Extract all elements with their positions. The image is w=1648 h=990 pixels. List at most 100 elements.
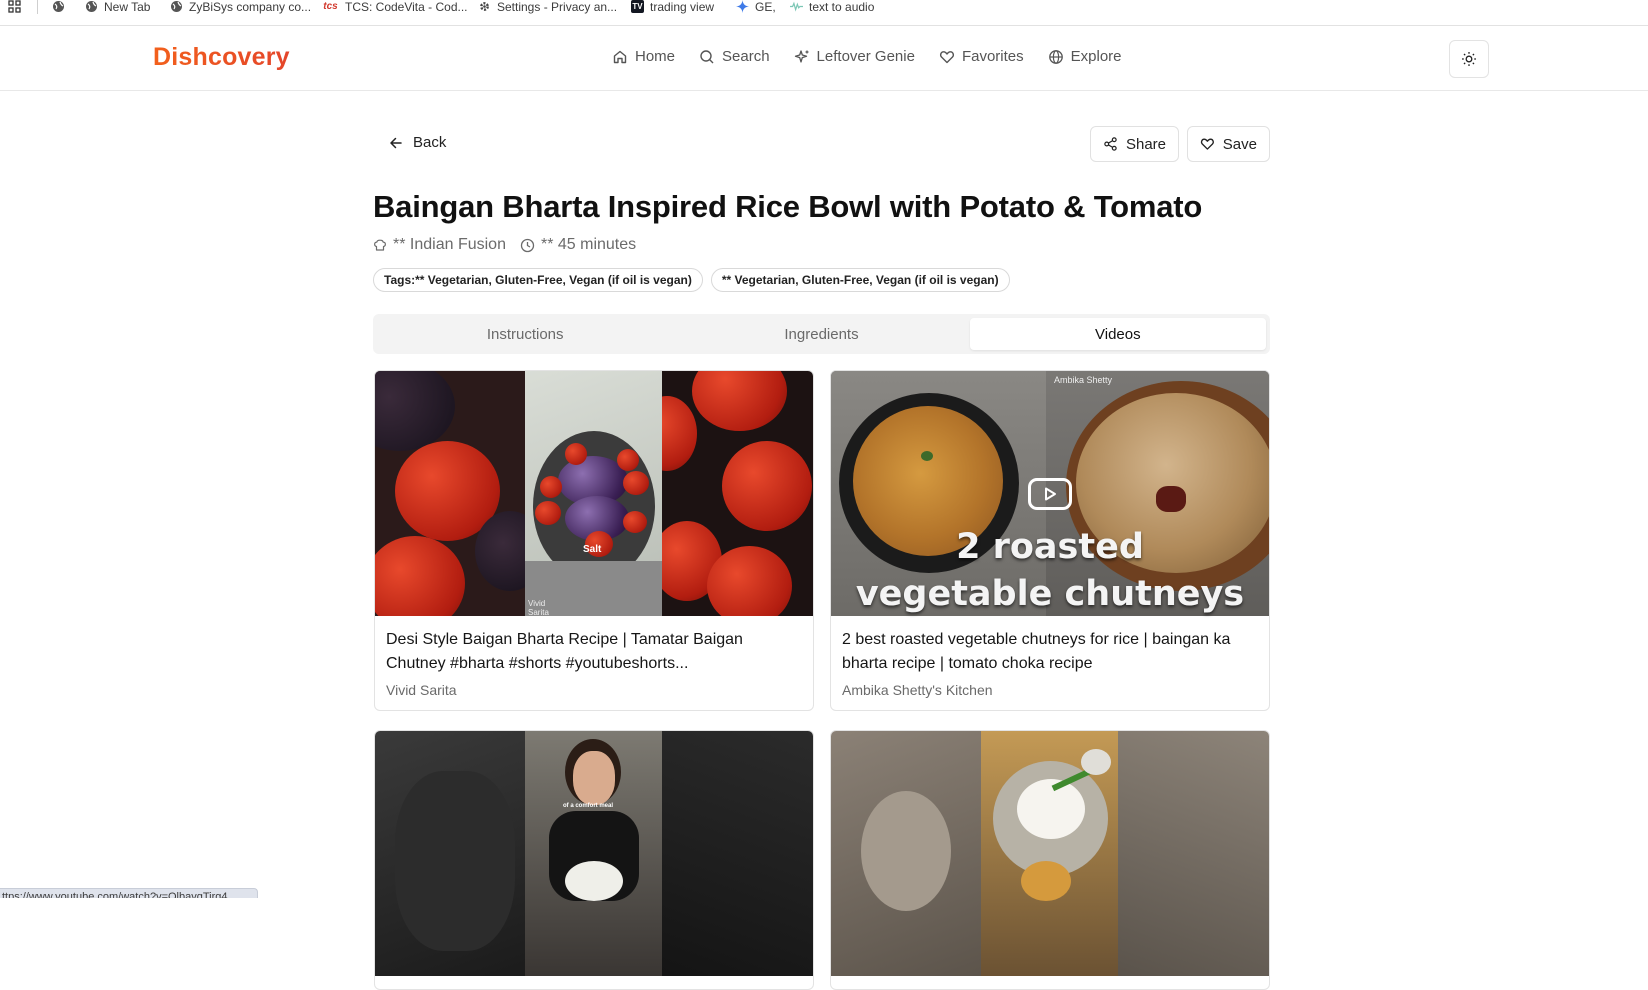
video-thumbnail[interactable]: of a comfort meal [375, 731, 813, 976]
nav-search-label: Search [722, 48, 770, 65]
nav-home[interactable]: Home [612, 48, 675, 65]
save-label: Save [1222, 135, 1257, 153]
bookmark-label: New Tab [104, 0, 151, 14]
bookmark-settings[interactable]: Settings - Privacy an... [478, 0, 618, 14]
cuisine-text: ** Indian Fusion [393, 236, 506, 253]
nav-favorites[interactable]: Favorites [939, 48, 1024, 65]
back-label: Back [413, 134, 447, 151]
share-button[interactable]: Share [1090, 126, 1179, 162]
video-thumbnail[interactable]: Salt Vivid Sarita [375, 371, 813, 616]
apps-grid-icon[interactable] [8, 0, 21, 13]
clock-icon [520, 238, 535, 252]
play-icon[interactable] [1028, 478, 1072, 510]
nav-home-label: Home [635, 48, 676, 65]
bookmark-tcs-codevita[interactable]: tcs TCS: CodeVita - Cod... [322, 0, 468, 14]
globe-icon [170, 0, 183, 13]
video-channel: Vivid Sarita [386, 682, 457, 698]
tag-list: Tags:** Vegetarian, Gluten-Free, Vegan (… [373, 268, 1010, 292]
thumb-panel [831, 731, 981, 976]
video-thumbnail[interactable] [831, 731, 1269, 976]
overlay-credit: Ambika Shetty [1054, 375, 1113, 385]
sun-icon [1462, 52, 1476, 66]
bookmark-label: text to audio [809, 0, 875, 14]
main-nav: Home Search Leftover Genie Favorites Exp… [612, 48, 1122, 65]
bookmark-label: TCS: CodeVita - Cod... [345, 0, 468, 14]
tag-badge: Tags:** Vegetarian, Gluten-Free, Vegan (… [373, 268, 703, 292]
thumb-panel [375, 371, 525, 616]
video-title[interactable]: Desi Style Baigan Bharta Recipe | Tamata… [386, 628, 801, 676]
link-status-bar: ttps://www.youtube.com/watch?v=OlbavgTir… [0, 888, 258, 898]
recipe-meta: ** Indian Fusion ** 45 minutes [373, 236, 636, 254]
video-card[interactable]: Ambika Shetty 2 roasted vegetable chutne… [830, 370, 1270, 711]
search-icon [700, 49, 714, 63]
time-meta: ** 45 minutes [520, 236, 636, 254]
nav-leftover-label: Leftover Genie [816, 48, 915, 65]
recipe-title: Baingan Bharta Inspired Rice Bowl with P… [373, 189, 1203, 224]
bookmark-text-to-audio[interactable]: text to audio [790, 0, 875, 14]
tab-ingredients[interactable]: Ingredients [673, 318, 969, 350]
video-card[interactable]: of a comfort meal [374, 730, 814, 990]
chef-hat-icon [374, 239, 386, 251]
bookmark-label: trading view [650, 0, 715, 14]
audio-wave-icon [790, 0, 803, 13]
bookmark-gemini[interactable]: GE, [736, 0, 776, 14]
tab-videos[interactable]: Videos [969, 318, 1266, 350]
bookmark-globe[interactable] [52, 0, 65, 13]
overlay-caption: of a comfort meal [563, 803, 614, 809]
heart-icon [939, 50, 954, 63]
gemini-sparkle-icon [736, 0, 749, 13]
video-channel: Ambika Shetty's Kitchen [842, 682, 993, 698]
video-info: 2 best roasted vegetable chutneys for ri… [831, 616, 1269, 710]
thumb-panel: of a comfort meal [525, 731, 662, 976]
theme-toggle-button[interactable] [1449, 40, 1489, 78]
tradingview-logo-icon: TV [631, 0, 644, 13]
recipe-tabs: Instructions Ingredients Videos [373, 314, 1270, 354]
overlay-heading: vegetable chutneys [855, 574, 1245, 614]
gear-icon [478, 0, 491, 13]
video-info: Desi Style Baigan Bharta Recipe | Tamata… [375, 616, 813, 710]
time-text: ** 45 minutes [540, 236, 637, 253]
bookmark-trading-view[interactable]: TV trading view [631, 0, 715, 14]
thumb-panel: Salt Vivid Sarita [525, 371, 662, 616]
top-navbar: Dishcovery Home Search Leftover Genie Fa… [0, 26, 1648, 91]
home-icon [613, 50, 627, 63]
thumb-panel [375, 731, 525, 976]
bookmark-label: Settings - Privacy an... [497, 0, 618, 14]
heart-icon [1200, 138, 1214, 150]
tcs-logo-icon: tcs [323, 1, 338, 12]
nav-leftover-genie[interactable]: Leftover Genie [794, 48, 915, 65]
bookmark-zybisys[interactable]: ZyBiSys company co... [170, 0, 311, 14]
overlay-caption: Salt [583, 544, 602, 555]
tab-instructions[interactable]: Instructions [377, 318, 673, 350]
globe-icon [1048, 49, 1063, 64]
sparkles-icon [794, 49, 809, 63]
cuisine-meta: ** Indian Fusion [373, 236, 506, 254]
overlay-heading: 2 roasted [956, 527, 1144, 567]
arrow-left-icon [390, 137, 402, 148]
bookmarks-bar: New Tab ZyBiSys company co... tcs TCS: C… [0, 0, 1648, 26]
globe-icon [52, 0, 65, 13]
save-button[interactable]: Save [1187, 126, 1270, 162]
video-thumbnail[interactable]: Ambika Shetty 2 roasted vegetable chutne… [831, 371, 1269, 616]
thumb-panel [981, 731, 1118, 976]
bookmark-divider [37, 0, 38, 14]
share-label: Share [1125, 135, 1166, 153]
back-button[interactable]: Back [389, 134, 446, 151]
nav-favorites-label: Favorites [961, 48, 1024, 65]
share-icon [1104, 137, 1117, 151]
thumb-panel [1118, 731, 1269, 976]
nav-explore[interactable]: Explore [1048, 48, 1122, 65]
globe-icon [85, 0, 98, 13]
tag-badge: ** Vegetarian, Gluten-Free, Vegan (if oi… [710, 268, 1010, 292]
video-title[interactable]: 2 best roasted vegetable chutneys for ri… [842, 628, 1257, 676]
thumb-panel [662, 731, 813, 976]
app-logo[interactable]: Dishcovery [153, 43, 290, 72]
thumb-panel [662, 371, 813, 616]
bookmark-new-tab[interactable]: New Tab [85, 0, 151, 14]
nav-explore-label: Explore [1070, 48, 1122, 65]
video-card[interactable] [830, 730, 1270, 990]
overlay-credit: Vivid Sarita [528, 599, 549, 616]
bookmark-label: GE, [755, 0, 776, 14]
video-card[interactable]: Salt Vivid Sarita Desi Style Baigan Bhar… [374, 370, 814, 711]
nav-search[interactable]: Search [699, 48, 770, 65]
